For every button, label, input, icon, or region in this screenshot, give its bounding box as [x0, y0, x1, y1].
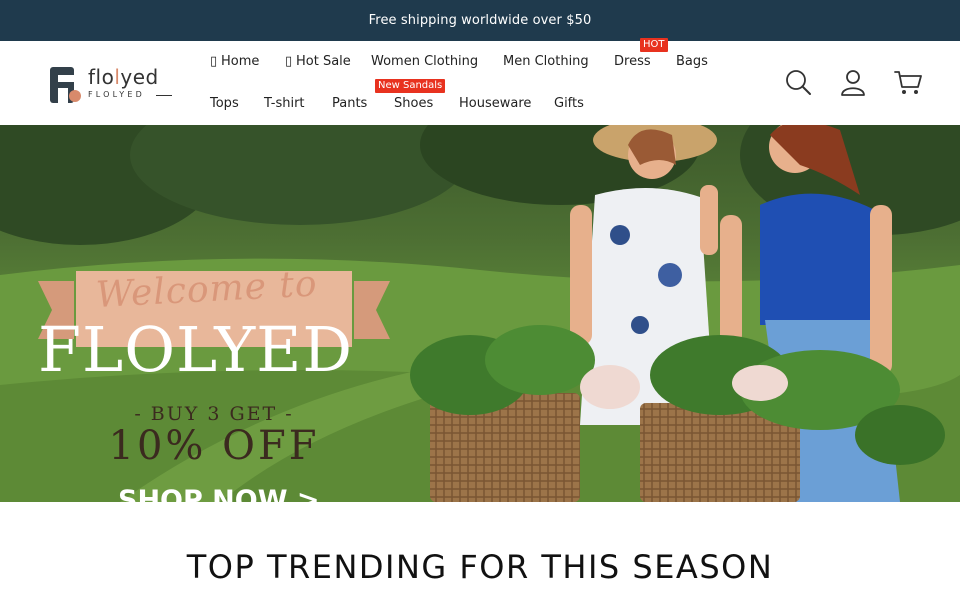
logo-subtitle: FLOLYED — [88, 90, 145, 99]
hero-promo: - BUY 3 GET - 10% OFF — [38, 393, 390, 481]
nav-item-hot-sale[interactable]: ▯ Hot Sale — [285, 54, 351, 69]
hero-brand-title: FLOLYED — [38, 313, 354, 386]
promo-line-2: 10% OFF — [108, 423, 320, 469]
nav-item-gifts[interactable]: Gifts — [554, 96, 584, 111]
nav-item-houseware[interactable]: Houseware — [459, 96, 531, 111]
main-nav: ▯ Home ▯ Hot Sale Women Clothing Men Cloth… — [210, 38, 770, 125]
logo[interactable]: flolyed FLOLYED — [48, 63, 178, 107]
home-icon: ▯ — [210, 54, 218, 69]
account-icon[interactable] — [839, 68, 867, 96]
nav-item-shoes[interactable]: Shoes — [394, 96, 433, 111]
nav-item-home[interactable]: ▯ Home — [210, 54, 259, 69]
header-actions — [782, 68, 922, 98]
promo-line-1: - BUY 3 GET - — [134, 403, 294, 425]
nav-item-tshirt[interactable]: T-shirt — [264, 96, 305, 111]
nav-item-dress[interactable]: Dress — [614, 54, 651, 69]
nav-item-pants[interactable]: Pants — [332, 96, 367, 111]
site-header: flolyed FLOLYED ▯ Home ▯ Hot Sale Women Cl… — [0, 38, 960, 125]
nav-item-men-clothing[interactable]: Men Clothing — [503, 54, 589, 69]
cart-icon[interactable] — [894, 68, 922, 96]
search-icon[interactable] — [784, 68, 812, 96]
logo-divider — [156, 95, 172, 96]
nav-item-women-clothing[interactable]: Women Clothing — [371, 54, 478, 69]
section-title: TOP TRENDING FOR THIS SEASON — [186, 548, 774, 586]
announcement-text: Free shipping worldwide over $50 — [368, 13, 592, 28]
nav-item-tops[interactable]: Tops — [210, 96, 239, 111]
fire-icon: ▯ — [285, 54, 293, 69]
hot-badge: HOT — [640, 38, 668, 52]
logo-wordmark: flolyed — [88, 65, 159, 89]
new-sandals-badge: New Sandals — [375, 79, 446, 93]
hero-banner[interactable]: Welcome to FLOLYED - BUY 3 GET - 10% OFF… — [0, 125, 960, 502]
announcement-bar: Free shipping worldwide over $50 — [0, 0, 960, 41]
logo-mark-icon — [50, 67, 81, 103]
nav-item-bags[interactable]: Bags — [676, 54, 708, 69]
shop-now-button[interactable]: SHOP NOW > — [118, 485, 320, 502]
